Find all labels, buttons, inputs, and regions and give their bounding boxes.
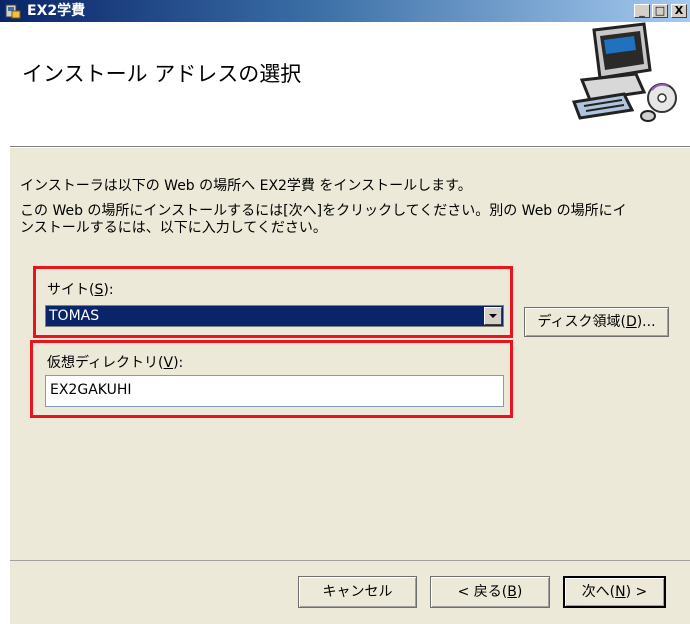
cancel-button[interactable]: キャンセル xyxy=(298,576,417,608)
chevron-down-icon[interactable] xyxy=(484,307,502,325)
intro-text: インストーラは以下の Web の場所へ EX2学費 をインストールします。 xyxy=(20,178,472,194)
disk-space-button[interactable]: ディスク領域(D)... xyxy=(524,307,669,337)
site-dropdown-value: TOMAS xyxy=(49,308,100,324)
minimize-button[interactable]: _ xyxy=(634,4,650,18)
site-highlight-box xyxy=(33,266,513,338)
site-dropdown[interactable]: TOMAS xyxy=(45,305,504,327)
site-label: サイト(S): xyxy=(47,282,114,298)
description-line-1: この Web の場所にインストールするには[次へ]をクリックしてください。別の … xyxy=(20,203,627,219)
page-title: インストール アドレスの選択 xyxy=(22,62,302,86)
description-text: この Web の場所にインストールするには[次へ]をクリックしてください。別の … xyxy=(20,203,680,237)
title-bar[interactable]: EX2学費 _ □ X xyxy=(0,0,690,22)
close-button[interactable]: X xyxy=(671,4,687,18)
vdir-input[interactable]: EX2GAKUHI xyxy=(45,375,504,407)
vdir-input-value: EX2GAKUHI xyxy=(50,382,132,398)
window-title: EX2学費 xyxy=(27,3,86,19)
computer-cd-icon xyxy=(571,22,677,122)
installer-app-icon xyxy=(5,4,21,19)
maximize-button[interactable]: □ xyxy=(652,4,668,18)
description-line-2: ンストールするには、以下に入力してください。 xyxy=(20,220,327,236)
vdir-label: 仮想ディレクトリ(V): xyxy=(47,355,184,371)
back-button[interactable]: < 戻る(B) xyxy=(430,576,550,608)
next-button[interactable]: 次へ(N) > xyxy=(563,576,666,608)
